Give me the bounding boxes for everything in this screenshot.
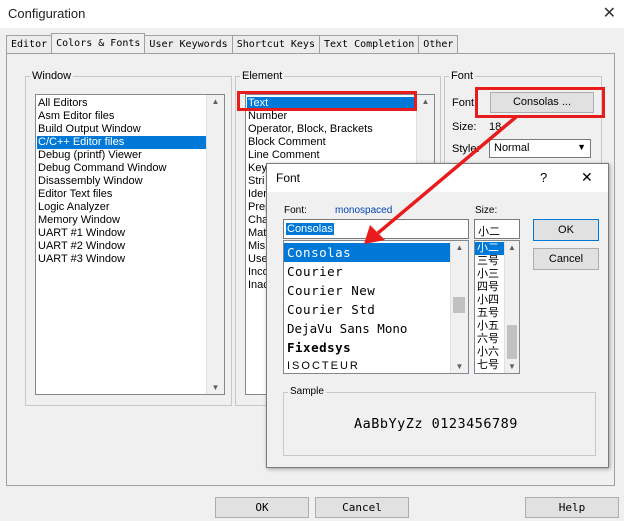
tab-colors-fonts[interactable]: Colors & Fonts <box>51 33 146 53</box>
annotation-arrow <box>364 115 518 244</box>
